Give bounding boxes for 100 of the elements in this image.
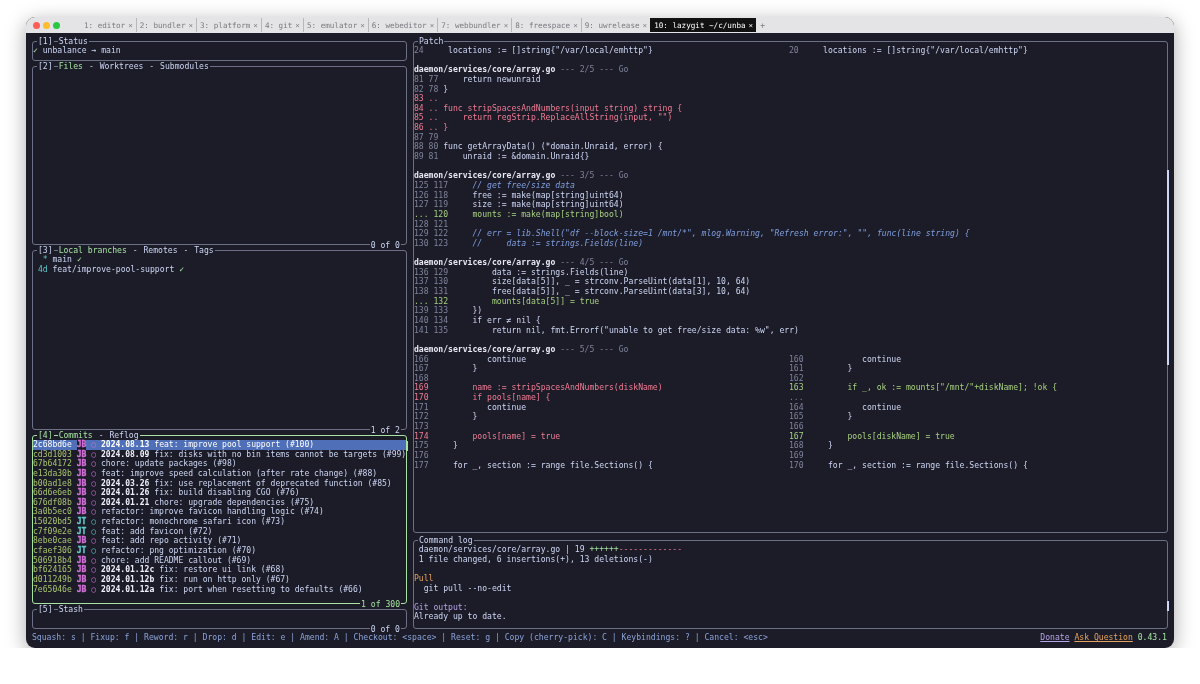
check-icon: ✓ — [33, 46, 38, 56]
line-number: 160 — [789, 354, 804, 364]
link[interactable]: Donate — [1040, 632, 1070, 642]
panel-tab[interactable]: Reflog — [108, 430, 140, 440]
commit-row[interactable]: e13da30b JB ○ feat: improve speed calculation (after rate change) (#88) — [33, 468, 406, 479]
panel-tab[interactable]: Stash — [57, 604, 84, 614]
commit-row[interactable]: 676df08b JB ○ 2024.01.21 chore: upgrade dependencies (#75) — [33, 497, 406, 508]
panel-tab[interactable]: Patch — [418, 36, 445, 46]
scroll-thumb[interactable] — [1167, 170, 1169, 365]
commit-row[interactable]: 3a0b5ec0 JB ○ refactor: improve favicon handling logic (#74) — [33, 507, 406, 518]
line-number: 170 — [414, 393, 429, 403]
line-number: 162 — [789, 373, 804, 383]
log-text: git pull --no-edit — [422, 583, 512, 594]
panel-tab[interactable]: Local branches — [57, 245, 128, 255]
commit-row[interactable]: c7f09e2e JT ○ feat: add favicon (#72) — [33, 526, 406, 537]
commit-author: JT — [76, 546, 87, 556]
close-icon[interactable] — [33, 21, 40, 29]
graph-node-icon: ○ — [91, 574, 97, 585]
code-line: continue — [861, 402, 902, 413]
panel-tab[interactable]: Tags — [193, 245, 215, 255]
commit-hash: 506918b4 — [33, 555, 72, 565]
line-number: 125 117 — [414, 180, 449, 191]
tab-separator: - — [98, 430, 104, 440]
check-icon: ✓ — [179, 264, 185, 275]
commit-row[interactable]: d011249b JB ○ 2024.01.12b fix: run on http only (#67) — [33, 574, 406, 585]
commit-tag: 2024.01.21 — [100, 497, 150, 508]
commit-row[interactable]: 66d6e6eb JB ○ 2024.01.26 fix: build disabling CGO (#76) — [33, 488, 406, 498]
panel-number[interactable]: [1] — [37, 36, 54, 46]
log-text: Already up to date. — [414, 612, 507, 623]
branch-name[interactable]: feat/improve-pool-support — [52, 264, 175, 275]
scroll-thumb[interactable] — [1167, 601, 1169, 611]
line-number: 161 — [789, 364, 804, 374]
code-line: } — [827, 441, 833, 451]
branch-recency: 4d — [36, 264, 48, 275]
commit-row[interactable]: 67b64172 JB ○ chore: update packages (#98) — [33, 459, 406, 469]
file-path: daemon/services/core/array.go — [414, 171, 556, 181]
branch-name[interactable]: main — [52, 255, 72, 265]
commit-message: chore: add README callout (#69) — [100, 555, 252, 565]
graph-node-icon: ○ — [91, 459, 97, 469]
code-line: pools[name] = true — [471, 431, 561, 442]
line-number: 167 — [789, 431, 804, 441]
commit-hash: 15020bd5 — [33, 517, 72, 527]
diff-stat: daemon/services/core/array.go | 19 — [417, 545, 586, 555]
commit-row[interactable]: 7e65046e JB ○ 2024.01.12a fix: port when resetting to defaults (#66) — [33, 584, 406, 595]
commit-tag: 2024.01.12b — [100, 574, 155, 585]
link[interactable]: Ask Question — [1074, 632, 1133, 642]
hunk-info: --- 3/5 --- Go — [560, 171, 629, 181]
graph-node-icon: ○ — [91, 517, 97, 527]
line-number: 171 — [414, 402, 429, 412]
code-line: func getArrayData() (*domain.Unraid, error) { — [443, 142, 663, 153]
commit-row[interactable]: 8ebe0cae JB ○ feat: add repo activity (#71) — [33, 536, 406, 547]
commit-row[interactable]: 2c68bd6e JB ○ 2024.08.13 feat: improve pool support (#100) — [33, 440, 406, 450]
zoom-icon[interactable] — [53, 21, 60, 29]
panel-tab[interactable]: Worktrees — [98, 61, 145, 71]
commit-row[interactable]: 506918b4 JB ○ chore: add README callout (#69) — [33, 555, 406, 566]
line-number: 169 — [789, 450, 804, 461]
panel-tab[interactable]: Command log — [418, 535, 474, 545]
panel-tab[interactable]: Submodules — [159, 61, 210, 71]
line-number: 20 — [789, 46, 799, 56]
line-number: 175 — [414, 441, 429, 451]
panel-tab[interactable]: Files — [57, 61, 84, 71]
commit-message: fix: run on http only (#67) — [159, 574, 290, 585]
code-line: } — [443, 123, 449, 133]
commit-author: JB — [76, 497, 87, 507]
panel-tab[interactable]: Remotes — [142, 245, 179, 255]
commit-row[interactable]: 15020bd5 JT ○ refactor: monochrome safari icon (#73) — [33, 517, 406, 527]
file-path: daemon/services/core/array.go — [414, 344, 556, 355]
panel-number[interactable]: [5] — [37, 604, 54, 614]
commit-row[interactable]: cfaef306 JT ○ refactor: png optimization (#70) — [33, 546, 406, 556]
commit-message: feat: improve speed calculation (after rate change) (#88) — [100, 468, 378, 479]
code-line: locations := []string{"/var/local/emhttp"} — [822, 46, 1028, 56]
commit-message: refactor: monochrome safari icon (#73) — [100, 517, 286, 527]
line-number: 164 — [789, 402, 804, 412]
line-number: 81 77 — [414, 74, 439, 85]
panel-number[interactable]: [3] — [37, 245, 54, 255]
commit-row[interactable]: cd3d1003 JB ○ 2024.08.09 fix: disks with no bin items cannot be targets (#99) — [33, 449, 406, 460]
commit-author: JB — [76, 584, 87, 595]
scroll-thumb[interactable] — [406, 441, 408, 451]
file-path: daemon/services/core/array.go — [414, 65, 556, 75]
commit-row[interactable]: bf624165 JB ○ 2024.01.12c fix: restore ui link (#68) — [33, 565, 406, 575]
commit-author: JB — [76, 507, 87, 517]
commit-row[interactable]: b00ad1e8 JB ○ 2024.03.26 fix: use replacement of deprecated function (#85) — [33, 478, 406, 489]
code-line: name := stripSpacesAndNumbers(diskName) — [471, 383, 663, 394]
commit-hash: 7e65046e — [33, 584, 72, 595]
branch-recency: * — [42, 255, 48, 265]
insertion-signs: ++++++ — [589, 545, 619, 555]
commit-tag: 2024.01.12c — [100, 565, 155, 575]
commit-hash: 2c68bd6e — [33, 440, 72, 450]
panel-number[interactable]: [2] — [37, 61, 54, 71]
minimize-icon[interactable] — [43, 21, 50, 29]
commit-hash: 66d6e6eb — [33, 488, 72, 498]
code-line: continue — [486, 402, 527, 413]
panel-tab[interactable]: Status — [57, 36, 89, 46]
code-line: if err ≠ nil { — [471, 315, 541, 326]
commit-hash: cfaef306 — [33, 546, 72, 556]
panel-tab[interactable]: Commits — [57, 430, 94, 440]
commit-hash: d011249b — [33, 574, 72, 585]
panel-number[interactable]: [4] — [37, 430, 54, 440]
graph-node-icon: ○ — [91, 449, 97, 460]
new-tab-button[interactable]: + — [756, 20, 769, 30]
